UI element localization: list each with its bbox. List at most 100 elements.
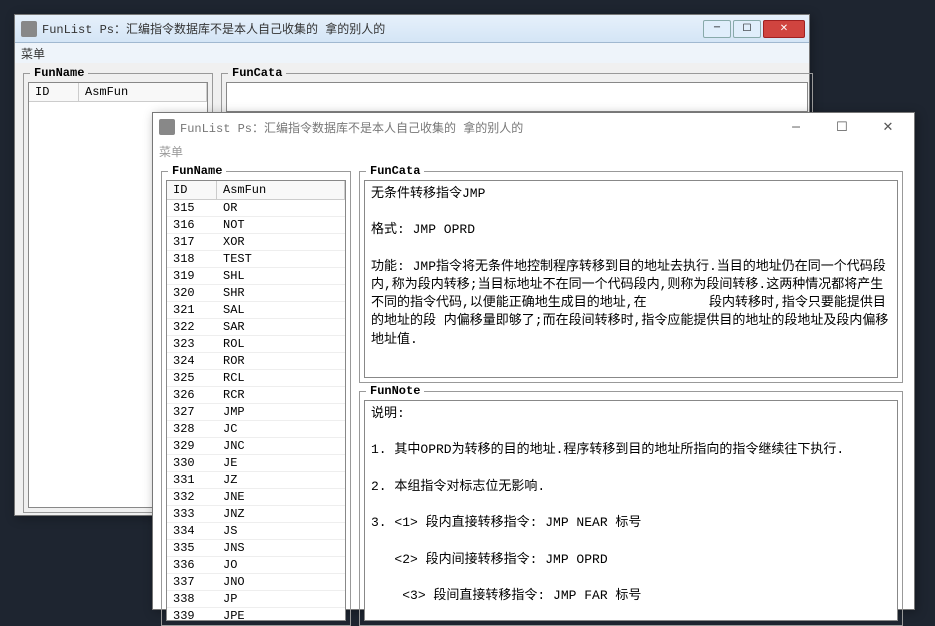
- cell-asmfun: OR: [217, 200, 345, 216]
- cell-id: 334: [167, 523, 217, 539]
- cell-asmfun: RCL: [217, 370, 345, 386]
- minimize-button[interactable]: ─: [774, 114, 818, 140]
- titlebar[interactable]: FunList Ps：汇编指令数据库不是本人自己收集的 拿的别人的 ─ ☐ ✕: [153, 113, 914, 141]
- table-row[interactable]: 332JNE: [167, 489, 345, 506]
- cell-id: 328: [167, 421, 217, 437]
- table-row[interactable]: 335JNS: [167, 540, 345, 557]
- table-row[interactable]: 328JC: [167, 421, 345, 438]
- cell-asmfun: RCR: [217, 387, 345, 403]
- table-row[interactable]: 316NOT: [167, 217, 345, 234]
- column-asmfun[interactable]: AsmFun: [217, 181, 345, 199]
- funcata-group: FunCata 无条件转移指令JMP 格式: JMP OPRD 功能: JMP指…: [359, 171, 903, 383]
- cell-asmfun: SAR: [217, 319, 345, 335]
- table-row[interactable]: 331JZ: [167, 472, 345, 489]
- table-body[interactable]: 315OR316NOT317XOR318TEST319SHL320SHR321S…: [167, 200, 345, 621]
- cell-id: 316: [167, 217, 217, 233]
- cell-asmfun: JNO: [217, 574, 345, 590]
- column-asmfun[interactable]: AsmFun: [79, 83, 207, 101]
- cell-id: 338: [167, 591, 217, 607]
- group-label: FunName: [168, 164, 226, 178]
- cell-id: 331: [167, 472, 217, 488]
- menu-item[interactable]: 菜单: [21, 45, 45, 62]
- table-row[interactable]: 320SHR: [167, 285, 345, 302]
- window-title: FunList Ps：汇编指令数据库不是本人自己收集的 拿的别人的: [180, 119, 774, 136]
- column-id[interactable]: ID: [29, 83, 79, 101]
- menubar[interactable]: 菜单: [153, 141, 914, 161]
- table-row[interactable]: 338JP: [167, 591, 345, 608]
- cell-id: 339: [167, 608, 217, 621]
- funcata-group: FunCata: [221, 73, 813, 117]
- minimize-button[interactable]: ─: [703, 20, 731, 38]
- table-row[interactable]: 324ROR: [167, 353, 345, 370]
- table-row[interactable]: 325RCL: [167, 370, 345, 387]
- cell-asmfun: JNZ: [217, 506, 345, 522]
- cell-asmfun: JNC: [217, 438, 345, 454]
- cell-id: 337: [167, 574, 217, 590]
- cell-id: 321: [167, 302, 217, 318]
- maximize-button[interactable]: ☐: [820, 114, 864, 140]
- cell-asmfun: JZ: [217, 472, 345, 488]
- table-row[interactable]: 321SAL: [167, 302, 345, 319]
- group-label: FunName: [30, 66, 88, 80]
- cell-id: 319: [167, 268, 217, 284]
- cell-asmfun: JMP: [217, 404, 345, 420]
- cell-asmfun: ROR: [217, 353, 345, 369]
- cell-asmfun: JS: [217, 523, 345, 539]
- funnote-text[interactable]: 说明: 1. 其中OPRD为转移的目的地址.程序转移到目的地址所指向的指令继续往…: [364, 400, 898, 621]
- table-row[interactable]: 336JO: [167, 557, 345, 574]
- funcata-text[interactable]: 无条件转移指令JMP 格式: JMP OPRD 功能: JMP指令将无条件地控制…: [364, 180, 898, 378]
- table-row[interactable]: 333JNZ: [167, 506, 345, 523]
- cell-id: 332: [167, 489, 217, 505]
- foreground-window: FunList Ps：汇编指令数据库不是本人自己收集的 拿的别人的 ─ ☐ ✕ …: [152, 112, 915, 610]
- menu-item[interactable]: 菜单: [159, 143, 183, 160]
- cell-id: 322: [167, 319, 217, 335]
- cell-asmfun: JNS: [217, 540, 345, 556]
- funcata-text[interactable]: [226, 82, 808, 112]
- cell-asmfun: JC: [217, 421, 345, 437]
- table-row[interactable]: 339JPE: [167, 608, 345, 621]
- column-id[interactable]: ID: [167, 181, 217, 199]
- table-row[interactable]: 318TEST: [167, 251, 345, 268]
- cell-id: 327: [167, 404, 217, 420]
- table-row[interactable]: 323ROL: [167, 336, 345, 353]
- close-button[interactable]: ✕: [866, 114, 910, 140]
- funname-group: FunName ID AsmFun 315OR316NOT317XOR318TE…: [161, 171, 351, 626]
- maximize-button[interactable]: ☐: [733, 20, 761, 38]
- menubar[interactable]: 菜单: [15, 43, 809, 63]
- cell-asmfun: JPE: [217, 608, 345, 621]
- cell-asmfun: JE: [217, 455, 345, 471]
- close-button[interactable]: ✕: [763, 20, 805, 38]
- cell-asmfun: JNE: [217, 489, 345, 505]
- cell-id: 317: [167, 234, 217, 250]
- app-icon: [21, 21, 37, 37]
- cell-asmfun: JO: [217, 557, 345, 573]
- cell-id: 323: [167, 336, 217, 352]
- cell-id: 333: [167, 506, 217, 522]
- table-row[interactable]: 327JMP: [167, 404, 345, 421]
- cell-asmfun: JP: [217, 591, 345, 607]
- table-row[interactable]: 317XOR: [167, 234, 345, 251]
- cell-id: 329: [167, 438, 217, 454]
- group-label: FunCata: [366, 164, 424, 178]
- cell-id: 325: [167, 370, 217, 386]
- cell-id: 336: [167, 557, 217, 573]
- table-row[interactable]: 329JNC: [167, 438, 345, 455]
- table-row[interactable]: 334JS: [167, 523, 345, 540]
- table-row[interactable]: 315OR: [167, 200, 345, 217]
- table-row[interactable]: 330JE: [167, 455, 345, 472]
- table-row[interactable]: 337JNO: [167, 574, 345, 591]
- cell-asmfun: XOR: [217, 234, 345, 250]
- table-row[interactable]: 322SAR: [167, 319, 345, 336]
- table-row[interactable]: 326RCR: [167, 387, 345, 404]
- window-title: FunList Ps：汇编指令数据库不是本人自己收集的 拿的别人的: [42, 20, 703, 37]
- cell-asmfun: ROL: [217, 336, 345, 352]
- cell-id: 315: [167, 200, 217, 216]
- cell-id: 330: [167, 455, 217, 471]
- table-row[interactable]: 319SHL: [167, 268, 345, 285]
- cell-id: 320: [167, 285, 217, 301]
- cell-id: 318: [167, 251, 217, 267]
- cell-id: 326: [167, 387, 217, 403]
- asm-table[interactable]: ID AsmFun 315OR316NOT317XOR318TEST319SHL…: [166, 180, 346, 621]
- titlebar[interactable]: FunList Ps：汇编指令数据库不是本人自己收集的 拿的别人的 ─ ☐ ✕: [15, 15, 809, 43]
- cell-asmfun: TEST: [217, 251, 345, 267]
